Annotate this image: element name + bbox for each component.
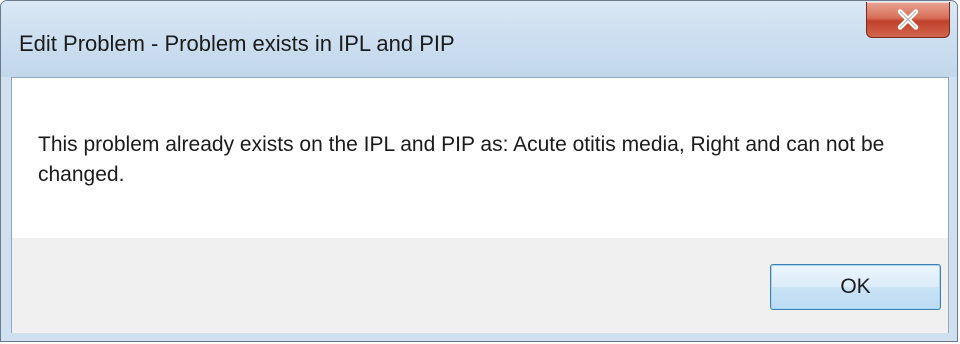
button-area: OK: [12, 238, 948, 333]
close-button[interactable]: [866, 2, 950, 38]
title-bar[interactable]: Edit Problem - Problem exists in IPL and…: [1, 1, 957, 77]
close-icon: [897, 9, 919, 30]
ok-button[interactable]: OK: [770, 264, 941, 310]
dialog-message: This problem already exists on the IPL a…: [38, 133, 885, 186]
message-area: This problem already exists on the IPL a…: [12, 78, 948, 238]
dialog-client-area: This problem already exists on the IPL a…: [11, 77, 949, 333]
window-title: Edit Problem - Problem exists in IPL and…: [19, 31, 455, 56]
dialog-window: Edit Problem - Problem exists in IPL and…: [0, 0, 958, 342]
